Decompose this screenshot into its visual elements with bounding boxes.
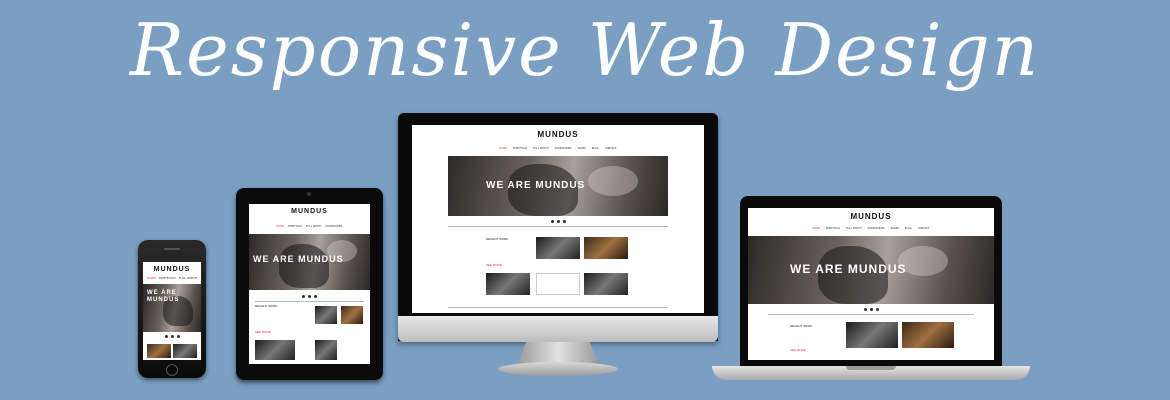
nav-item-shortcodes[interactable]: SHORTCODES: [325, 225, 342, 228]
monitor-chin: [398, 316, 718, 342]
phone-home-button: [166, 364, 178, 376]
tablet-camera: [307, 192, 311, 196]
work-thumbnail[interactable]: [846, 322, 898, 348]
slider-dots[interactable]: [143, 335, 201, 338]
work-thumbnail[interactable]: [902, 322, 954, 348]
work-caption-card[interactable]: [536, 273, 580, 295]
nav-item-portfolio[interactable]: PORTFOLIO: [288, 225, 302, 228]
laptop-notch: [846, 366, 896, 370]
nav-item-contact[interactable]: CONTACT: [918, 227, 930, 230]
phone-screen: MUNDUS HOME PORTFOLIO FULL WIDTH WE ARE …: [143, 262, 201, 360]
laptop-device: MUNDUS HOME PORTFOLIO FULL WIDTH SHORTCO…: [740, 196, 1002, 368]
nav-item-portfolio[interactable]: PORTFOLIO: [513, 147, 527, 150]
divider: [255, 301, 364, 302]
work-thumbnail[interactable]: [315, 340, 337, 360]
site-nav: HOME PORTFOLIO FULL WIDTH: [143, 276, 201, 280]
hero-text: WE ARE MUNDUS: [253, 254, 344, 264]
nav-item-full-width[interactable]: FULL WIDTH: [533, 147, 548, 150]
divider: [768, 314, 974, 315]
recent-work-heading: RECENT WORK: [486, 237, 509, 241]
hero-highlight: [588, 166, 638, 196]
desktop-monitor: MUNDUS HOME PORTFOLIO FULL WIDTH SHORTCO…: [398, 113, 718, 341]
nav-item-blog[interactable]: BLOG: [592, 147, 599, 150]
monitor-stand-foot: [498, 362, 618, 376]
site-nav: HOME PORTFOLIO FULL WIDTH SHORTCODES PAG…: [412, 147, 704, 150]
slider-dots[interactable]: [748, 308, 994, 311]
laptop-screen: MUNDUS HOME PORTFOLIO FULL WIDTH SHORTCO…: [748, 208, 994, 360]
hero-banner: WE ARE MUNDUS: [448, 156, 668, 216]
nav-item-full-width[interactable]: FULL WIDTH: [306, 225, 321, 228]
work-thumbnail[interactable]: [584, 237, 628, 259]
nav-item-full-width[interactable]: FULL WIDTH: [179, 276, 197, 280]
phone-device: MUNDUS HOME PORTFOLIO FULL WIDTH WE ARE …: [138, 240, 206, 378]
work-thumbnail[interactable]: [584, 273, 628, 295]
hero-text: WE ARE MUNDUS: [486, 180, 586, 191]
work-thumbnail[interactable]: [255, 340, 295, 360]
work-thumbnail[interactable]: [486, 273, 530, 295]
nav-item-portfolio[interactable]: PORTFOLIO: [159, 276, 176, 280]
work-thumbnail[interactable]: [147, 344, 171, 358]
work-thumbnail[interactable]: [341, 306, 363, 324]
site-logo: MUNDUS: [153, 266, 191, 273]
nav-item-home[interactable]: HOME: [812, 227, 820, 230]
nav-item-portfolio[interactable]: PORTFOLIO: [826, 227, 840, 230]
slider-dots[interactable]: [412, 220, 704, 223]
nav-item-shortcodes[interactable]: SHORTCODES: [867, 227, 884, 230]
site-logo: MUNDUS: [850, 212, 892, 221]
nav-item-home[interactable]: HOME: [499, 147, 507, 150]
see-more-link[interactable]: SEE MORE: [486, 263, 502, 267]
nav-item-contact[interactable]: CONTACT: [605, 147, 617, 150]
site-logo: MUNDUS: [291, 208, 328, 215]
hero-text: WE ARE MUNDUS: [790, 262, 907, 276]
site-nav: HOME PORTFOLIO FULL WIDTH SHORTCODES: [249, 225, 370, 228]
nav-item-full-width[interactable]: FULL WIDTH: [846, 227, 861, 230]
nav-item-shortcodes[interactable]: SHORTCODES: [554, 147, 571, 150]
desktop-screen: MUNDUS HOME PORTFOLIO FULL WIDTH SHORTCO…: [412, 125, 704, 313]
hero-banner: WE ARE MUNDUS: [249, 234, 370, 290]
phone-speaker: [164, 248, 180, 250]
slider-dots[interactable]: [249, 295, 370, 298]
hero-figure: [279, 244, 329, 288]
recent-work-heading: RECENT WORK: [255, 304, 278, 308]
nav-item-home[interactable]: HOME: [276, 225, 284, 228]
monitor-stand-neck: [518, 342, 598, 364]
page-headline: Responsive Web Design: [129, 8, 1041, 92]
nav-item-blog[interactable]: BLOG: [905, 227, 912, 230]
see-more-link[interactable]: SEE MORE: [790, 348, 806, 352]
nav-item-home[interactable]: HOME: [147, 276, 156, 280]
work-thumbnail[interactable]: [536, 237, 580, 259]
site-nav: HOME PORTFOLIO FULL WIDTH SHORTCODES PAG…: [748, 227, 994, 230]
work-thumbnail[interactable]: [173, 344, 197, 358]
divider: [448, 226, 668, 227]
work-thumbnail[interactable]: [315, 306, 337, 324]
nav-item-pages[interactable]: PAGES: [578, 147, 586, 150]
tablet-device: MUNDUS HOME PORTFOLIO FULL WIDTH SHORTCO…: [236, 188, 383, 380]
hero-text: WE ARE MUNDUS: [147, 290, 180, 303]
hero-banner: WE ARE MUNDUS: [143, 284, 201, 332]
divider: [448, 307, 668, 308]
hero-banner: WE ARE MUNDUS: [748, 236, 994, 304]
site-logo: MUNDUS: [537, 130, 579, 139]
tablet-screen: MUNDUS HOME PORTFOLIO FULL WIDTH SHORTCO…: [249, 204, 370, 364]
nav-item-pages[interactable]: PAGES: [891, 227, 899, 230]
see-more-link[interactable]: SEE MORE: [255, 330, 271, 334]
recent-work-heading: RECENT WORK: [790, 324, 813, 328]
